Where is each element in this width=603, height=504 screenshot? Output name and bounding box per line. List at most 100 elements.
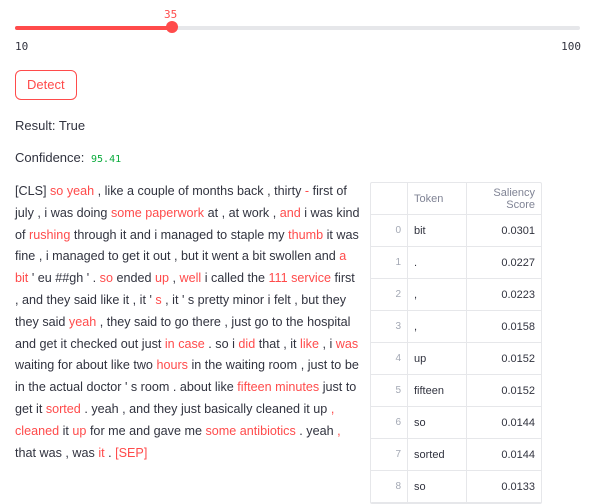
token-cell: up: [407, 342, 467, 375]
column-header-token[interactable]: Token: [407, 183, 467, 215]
token: was: [39, 445, 62, 460]
token: room: [268, 358, 298, 373]
highlighted-token: rushing: [29, 227, 71, 242]
token: ,: [224, 314, 228, 329]
token: ,: [322, 336, 326, 351]
saliency-score-cell: 0.0133: [466, 470, 541, 503]
token: said: [42, 314, 66, 329]
token: just: [141, 336, 162, 351]
token: ': [149, 292, 152, 307]
token: .: [84, 401, 88, 416]
token: i: [329, 336, 333, 351]
token: it: [62, 423, 69, 438]
threshold-slider[interactable]: [15, 21, 580, 33]
row-index: 2: [371, 278, 408, 311]
token: it: [326, 227, 333, 242]
highlighted-token: -: [304, 184, 310, 198]
highlighted-token: case: [178, 336, 205, 351]
token: yeah: [91, 401, 119, 416]
token: ,: [38, 249, 43, 264]
token: back: [237, 184, 264, 198]
highlighted-token: ,: [330, 401, 335, 416]
token: and: [129, 401, 151, 416]
token: ,: [37, 205, 41, 220]
token: get: [122, 249, 140, 264]
token: i: [304, 205, 308, 220]
row-index: 5: [371, 374, 408, 407]
highlighted-token: like: [300, 336, 319, 351]
token: july: [15, 205, 34, 220]
highlighted-token: fifteen: [237, 380, 272, 395]
saliency-score-cell: 0.0158: [466, 310, 541, 343]
highlighted-token: did: [238, 336, 256, 351]
table-row: 4 up 0.0152: [371, 342, 541, 375]
token: ,: [272, 205, 277, 220]
token: they: [46, 292, 71, 307]
highlighted-token: minutes: [275, 380, 320, 395]
token-cell: ,: [407, 278, 467, 311]
token: ,: [97, 184, 102, 198]
token: the: [204, 358, 223, 373]
saliency-score-cell: 0.0301: [466, 214, 541, 247]
token: in: [191, 358, 202, 373]
token: like: [214, 380, 234, 395]
confidence-label: Confidence:: [15, 150, 85, 165]
token: thirty: [274, 184, 302, 198]
token: out: [120, 336, 139, 351]
token: just: [231, 314, 252, 329]
token: .: [208, 336, 212, 351]
token: there: [192, 314, 221, 329]
token: go: [174, 314, 189, 329]
token: ,: [15, 292, 19, 307]
token: and: [314, 249, 336, 264]
highlighted-token: it: [98, 445, 105, 460]
token: said: [134, 314, 158, 329]
token-cell: so: [407, 406, 467, 439]
highlighted-token: was: [335, 336, 359, 351]
token: but: [301, 292, 319, 307]
slider-thumb[interactable]: [165, 21, 178, 33]
highlighted-token: up: [72, 423, 87, 438]
highlighted-token: well: [179, 271, 202, 286]
highlighted-token: cleaned: [15, 423, 60, 438]
column-header-index[interactable]: [371, 183, 408, 215]
token: just: [180, 401, 201, 416]
token: the: [247, 271, 265, 286]
token: eu: [37, 271, 52, 286]
slider-min-label: 10: [15, 40, 29, 53]
saliency-table: Token Saliency Score 0 bit 0.0301 1. 0.0227 2…: [370, 182, 542, 504]
highlighted-token: bit: [15, 271, 29, 286]
token: swollen: [269, 249, 312, 264]
token: ,: [122, 401, 126, 416]
row-index: 8: [371, 470, 408, 503]
token: ': [31, 271, 35, 286]
slider-fill: [15, 26, 172, 30]
token: said: [73, 292, 97, 307]
highlighted-token: 111: [268, 271, 288, 286]
token: to: [108, 249, 119, 264]
highlighted-token: in: [164, 336, 175, 351]
highlighted-token: hours: [156, 358, 188, 373]
token: me: [108, 423, 126, 438]
token: it: [60, 336, 67, 351]
token: for: [89, 423, 105, 438]
confidence-line: Confidence: 95.41: [15, 150, 121, 165]
token: kind: [336, 205, 360, 220]
token: it: [143, 249, 150, 264]
column-header-saliency-score[interactable]: Saliency Score: [466, 183, 541, 215]
token-cell: ,: [407, 310, 467, 343]
row-index: 4: [371, 342, 408, 375]
token: actual: [49, 380, 83, 395]
token: it: [202, 249, 209, 264]
token: checked: [70, 336, 118, 351]
detect-button[interactable]: Detect: [15, 70, 77, 100]
token: ,: [132, 292, 137, 307]
token: months: [192, 184, 234, 198]
highlighted-token: thumb: [288, 227, 324, 242]
highlighted-token: ,: [337, 423, 341, 438]
token: ,: [300, 358, 305, 373]
token: ,: [99, 314, 104, 329]
token: about: [75, 358, 108, 373]
token: of: [336, 184, 347, 198]
token: and: [15, 336, 37, 351]
